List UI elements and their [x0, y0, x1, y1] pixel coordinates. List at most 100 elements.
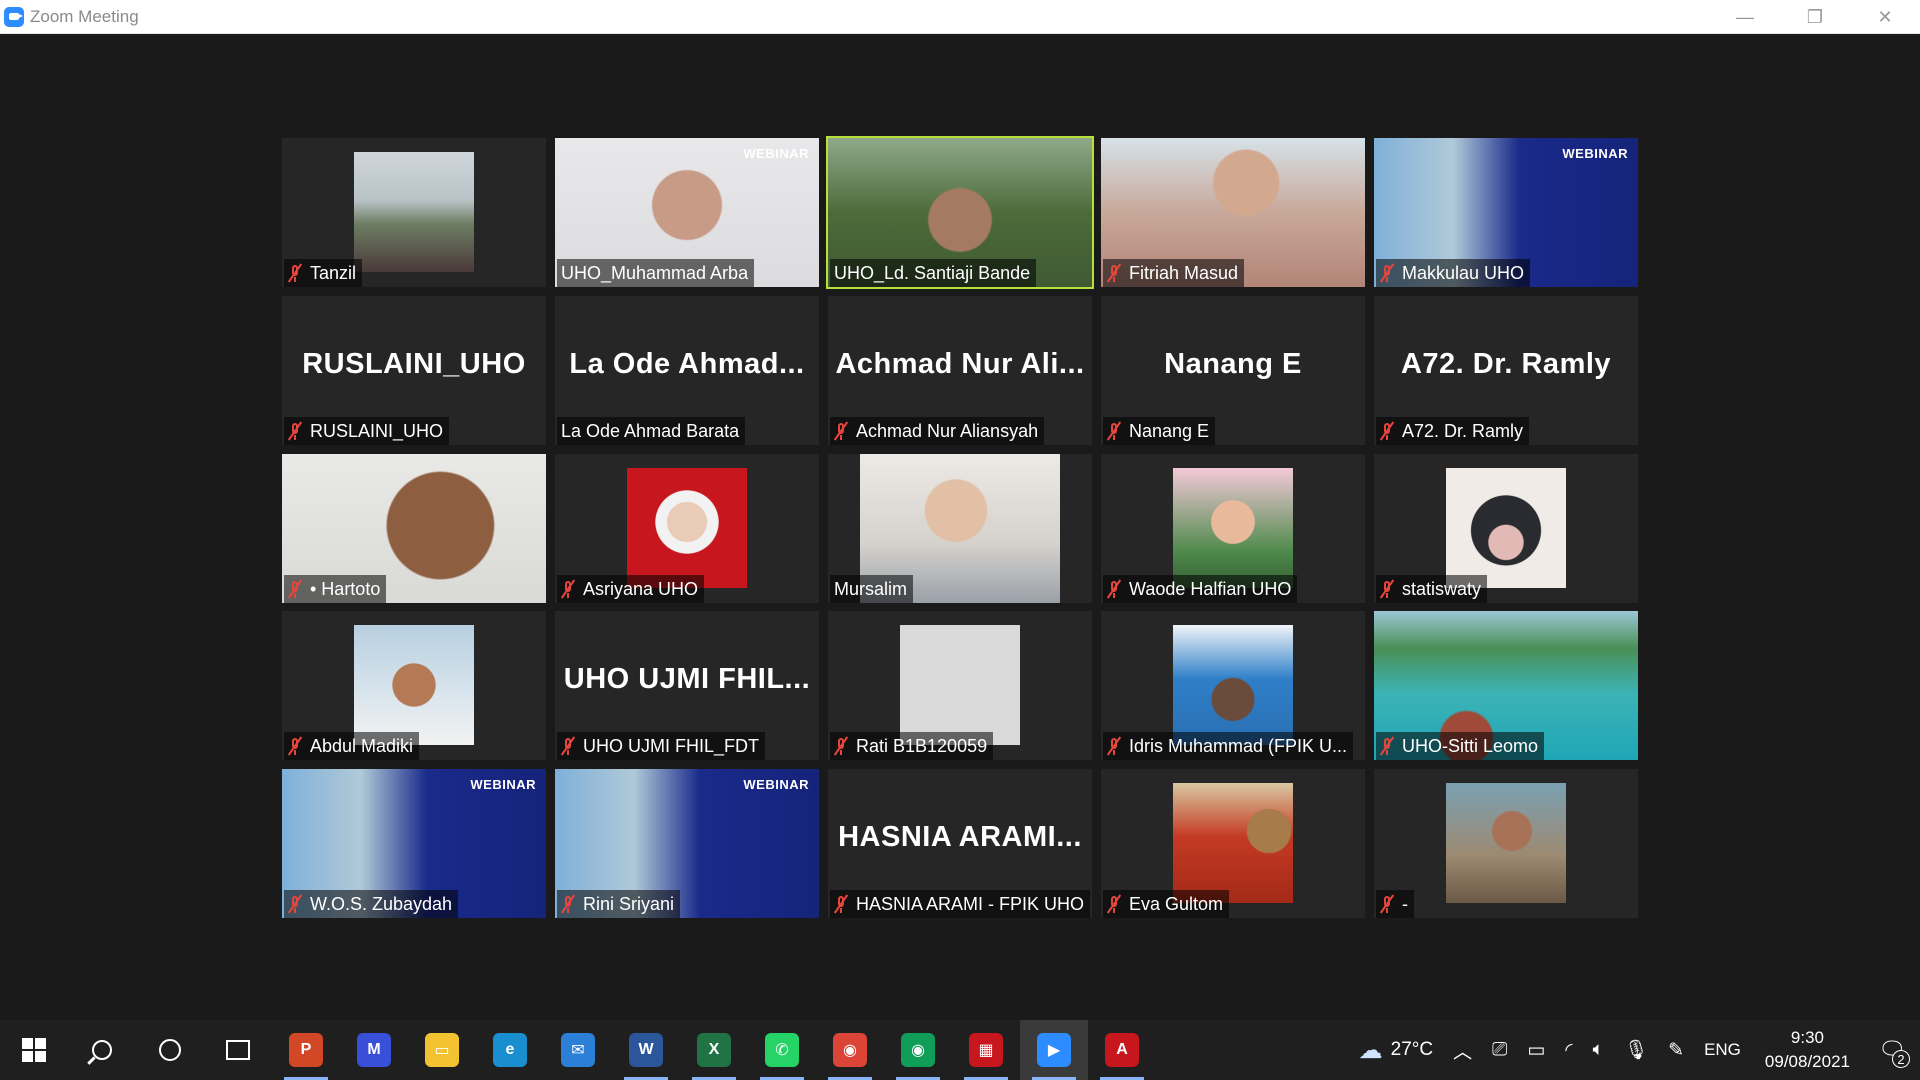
- muted-microphone-icon: [1106, 579, 1122, 599]
- cortana-button[interactable]: [136, 1020, 204, 1080]
- participant-display-name: UHO UJMI FHIL...: [563, 663, 811, 695]
- participant-tile[interactable]: Asriyana UHO: [555, 454, 819, 603]
- taskbar-app-button[interactable]: A: [1088, 1020, 1156, 1080]
- participant-name-label: La Ode Ahmad Barata: [557, 417, 746, 445]
- participant-tile[interactable]: HASNIA ARAMI... HASNIA ARAMI - FPIK UHO: [828, 769, 1092, 918]
- participant-video: [354, 152, 474, 272]
- participant-name-label: • Hartoto: [284, 575, 387, 603]
- participant-name: HASNIA ARAMI - FPIK UHO: [856, 894, 1085, 914]
- participant-tile[interactable]: statiswaty: [1374, 454, 1638, 603]
- gallery-view: Tanzil WEBINAR UHO_Muhammad Arba UHO_Ld. Sa…: [0, 34, 1920, 1020]
- participant-name: Achmad Nur Aliansyah: [856, 421, 1039, 441]
- app-red-grid-icon: ▦: [969, 1033, 1003, 1067]
- acrobat-icon: A: [1105, 1033, 1139, 1067]
- weather-widget[interactable]: ☁ 27°C: [1349, 1020, 1443, 1080]
- participant-display-name: A72. Dr. Ramly: [1400, 348, 1612, 380]
- participant-tile[interactable]: Abdul Madiki: [282, 611, 546, 760]
- participant-name: Mursalim: [834, 579, 908, 599]
- participant-tile[interactable]: Waode Halfian UHO: [1101, 454, 1365, 603]
- participant-tile[interactable]: Tanzil: [282, 138, 546, 287]
- taskbar-app-button[interactable]: ◉: [816, 1020, 884, 1080]
- participant-tile[interactable]: Rati B1B120059: [828, 611, 1092, 760]
- system-tray: ☁ 27°C ︿ ⎚ ▭ ◜ 🔈︎ 🎙︎ ✎ ENG 9:30 09/08/20…: [1349, 1020, 1920, 1080]
- participant-tile[interactable]: UHO UJMI FHIL... UHO UJMI FHIL_FDT: [555, 611, 819, 760]
- participant-name-label: Fitriah Masud: [1103, 259, 1245, 287]
- meet-now-icon[interactable]: ⎚: [1482, 1020, 1517, 1080]
- participant-display-name: Achmad Nur Ali...: [835, 348, 1085, 380]
- taskbar-app-button[interactable]: M: [340, 1020, 408, 1080]
- minimize-button[interactable]: —: [1710, 0, 1780, 34]
- muted-microphone-icon: [1106, 894, 1122, 914]
- chevron-up-icon: ︿: [1453, 1041, 1473, 1063]
- participant-tile[interactable]: Nanang E Nanang E: [1101, 296, 1365, 445]
- participant-tile[interactable]: UHO-Sitti Leomo: [1374, 611, 1638, 760]
- participant-tile[interactable]: Mursalim: [828, 454, 1092, 603]
- taskbar-app-button[interactable]: e: [476, 1020, 544, 1080]
- taskbar-app-button[interactable]: ▶: [1020, 1020, 1088, 1080]
- battery-icon[interactable]: ▭: [1517, 1020, 1555, 1080]
- taskbar-app-button[interactable]: ▦: [952, 1020, 1020, 1080]
- participant-tile[interactable]: WEBINAR UHO_Muhammad Arba: [555, 138, 819, 287]
- participant-name: Rati B1B120059: [856, 736, 988, 756]
- close-button[interactable]: ✕: [1850, 0, 1920, 34]
- participant-name-label: HASNIA ARAMI - FPIK UHO: [830, 890, 1091, 918]
- task-view-button[interactable]: [204, 1020, 272, 1080]
- participant-tile[interactable]: Eva Gultom: [1101, 769, 1365, 918]
- chrome-profile-icon: ◉: [901, 1033, 935, 1067]
- participant-tile[interactable]: A72. Dr. Ramly A72. Dr. Ramly: [1374, 296, 1638, 445]
- participant-name-label: UHO-Sitti Leomo: [1376, 732, 1545, 760]
- wifi-icon[interactable]: ◜: [1555, 1020, 1582, 1080]
- participant-name: W.O.S. Zubaydah: [310, 894, 453, 914]
- webinar-banner-text: WEBINAR: [1562, 146, 1628, 161]
- taskbar-app-button[interactable]: ✆: [748, 1020, 816, 1080]
- participant-tile[interactable]: Idris Muhammad (FPIK U...: [1101, 611, 1365, 760]
- title-bar: Zoom Meeting — ❐ ✕: [0, 0, 1920, 34]
- participant-name: La Ode Ahmad Barata: [561, 421, 740, 441]
- taskbar-app-button[interactable]: P: [272, 1020, 340, 1080]
- taskbar-app-button[interactable]: ▭: [408, 1020, 476, 1080]
- weather-temperature: 27°C: [1390, 1039, 1434, 1060]
- participant-name-label: Rini Sriyani: [557, 890, 681, 918]
- file-explorer-icon: ▭: [425, 1033, 459, 1067]
- muted-microphone-icon: [1106, 736, 1122, 756]
- participant-name: RUSLAINI_UHO: [310, 421, 444, 441]
- participant-tile[interactable]: • Hartoto: [282, 454, 546, 603]
- muted-microphone-icon: [1379, 736, 1395, 756]
- muted-microphone-icon: [1106, 421, 1122, 441]
- restore-button[interactable]: ❐: [1780, 0, 1850, 34]
- volume-icon[interactable]: 🔈︎: [1583, 1020, 1614, 1080]
- start-button[interactable]: [0, 1020, 68, 1080]
- pen-icon[interactable]: ✎: [1658, 1020, 1694, 1080]
- taskbar-app-button[interactable]: W: [612, 1020, 680, 1080]
- participant-tile[interactable]: Fitriah Masud: [1101, 138, 1365, 287]
- participant-tile[interactable]: UHO_Ld. Santiaji Bande: [826, 136, 1094, 289]
- microphone-icon[interactable]: 🎙︎: [1614, 1020, 1658, 1080]
- participant-video: [1173, 468, 1293, 588]
- participant-tile[interactable]: WEBINAR Rini Sriyani: [555, 769, 819, 918]
- edge-icon: e: [493, 1033, 527, 1067]
- window-controls: — ❐ ✕: [1710, 0, 1920, 34]
- participant-tile[interactable]: -: [1374, 769, 1638, 918]
- participant-tile[interactable]: Achmad Nur Ali... Achmad Nur Aliansyah: [828, 296, 1092, 445]
- search-button[interactable]: [68, 1020, 136, 1080]
- muted-microphone-icon: [287, 579, 303, 599]
- whatsapp-icon: ✆: [765, 1033, 799, 1067]
- muted-microphone-icon: [1106, 263, 1122, 283]
- clock[interactable]: 9:30 09/08/2021: [1751, 1020, 1864, 1080]
- action-center-button[interactable]: 🗨︎ 2: [1864, 1020, 1920, 1080]
- participant-tile[interactable]: WEBINAR W.O.S. Zubaydah: [282, 769, 546, 918]
- taskbar-app-button[interactable]: X: [680, 1020, 748, 1080]
- taskbar-app-button[interactable]: ✉: [544, 1020, 612, 1080]
- participant-name: Asriyana UHO: [583, 579, 699, 599]
- participant-video: [1446, 783, 1566, 903]
- participant-tile[interactable]: La Ode Ahmad... La Ode Ahmad Barata: [555, 296, 819, 445]
- show-hidden-icons-button[interactable]: ︿: [1443, 1020, 1482, 1080]
- language-indicator[interactable]: ENG: [1694, 1020, 1751, 1080]
- windows-logo-icon: [22, 1038, 46, 1062]
- participant-tile[interactable]: RUSLAINI_UHO RUSLAINI_UHO: [282, 296, 546, 445]
- cloud-icon: ☁: [1358, 1036, 1383, 1064]
- muted-microphone-icon: [833, 894, 849, 914]
- taskbar-app-button[interactable]: ◉: [884, 1020, 952, 1080]
- participant-tile[interactable]: WEBINAR Makkulau UHO: [1374, 138, 1638, 287]
- participant-name-label: Eva Gultom: [1103, 890, 1230, 918]
